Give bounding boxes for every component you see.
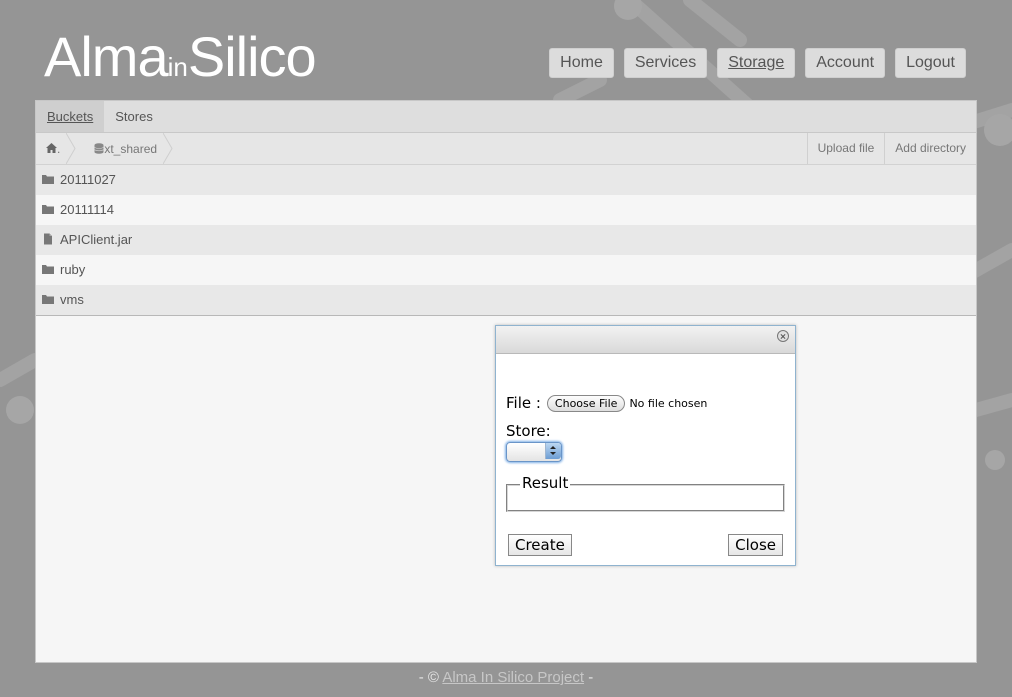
storage-tabs: Buckets Stores — [36, 101, 976, 133]
logo-part-silico: Silico — [187, 25, 317, 88]
breadcrumb-actions: Upload file Add directory — [806, 133, 976, 164]
logo-part-alma: Alma — [44, 25, 169, 88]
dialog-titlebar[interactable] — [496, 326, 795, 354]
nav-logout-button[interactable]: Logout — [895, 48, 966, 78]
site-logo[interactable]: AlmainSilico — [44, 24, 317, 89]
breadcrumb-separator-icon — [66, 133, 76, 164]
folder-icon — [42, 205, 54, 214]
file-name: 20111114 — [60, 202, 114, 217]
folder-icon — [42, 265, 54, 274]
result-legend: Result — [520, 474, 571, 492]
list-item[interactable]: vms — [36, 285, 976, 315]
result-fieldset: Result — [506, 474, 785, 512]
home-icon — [46, 143, 57, 153]
top-navigation: Home Services Storage Account Logout — [549, 48, 966, 78]
close-icon[interactable] — [777, 330, 789, 342]
select-arrows-icon — [545, 443, 561, 459]
file-name: 20111027 — [60, 172, 116, 187]
no-file-text: No file chosen — [629, 396, 708, 410]
breadcrumb-bucket[interactable]: xt_shared — [84, 133, 181, 164]
store-label: Store: — [506, 422, 551, 440]
file-list: 20111027 20111114 APIClient.jar ruby vms — [36, 165, 976, 316]
file-name: vms — [60, 292, 84, 307]
footer-project-link[interactable]: Alma In Silico Project — [442, 669, 584, 686]
list-item[interactable]: APIClient.jar — [36, 225, 976, 255]
upload-file-button[interactable]: Upload file — [806, 133, 885, 164]
file-name: APIClient.jar — [60, 232, 133, 247]
folder-icon — [42, 295, 54, 304]
database-icon — [94, 143, 104, 154]
list-item[interactable]: 20111114 — [36, 195, 976, 225]
nav-home-button[interactable]: Home — [549, 48, 614, 78]
store-select[interactable] — [506, 442, 562, 462]
breadcrumb-separator-icon — [163, 133, 173, 164]
tab-stores[interactable]: Stores — [104, 101, 164, 132]
tab-buckets[interactable]: Buckets — [36, 101, 105, 132]
close-button[interactable]: Close — [728, 534, 783, 556]
list-item[interactable]: 20111027 — [36, 165, 976, 195]
footer-prefix: - © — [418, 669, 439, 686]
folder-icon — [42, 175, 54, 184]
choose-file-button[interactable]: Choose File — [546, 394, 626, 412]
nav-account-button[interactable]: Account — [805, 48, 886, 78]
file-icon — [44, 233, 52, 245]
list-item[interactable]: ruby — [36, 255, 976, 285]
footer-suffix: - — [588, 669, 594, 686]
create-button[interactable]: Create — [508, 534, 572, 556]
breadcrumb: . xt_shared Upload file Add directory — [36, 133, 976, 165]
breadcrumb-home[interactable]: . — [36, 133, 84, 164]
footer: - © Alma In Silico Project - — [0, 669, 1012, 686]
file-field-label: File : — [506, 394, 541, 412]
file-name: ruby — [60, 262, 86, 277]
add-directory-button[interactable]: Add directory — [884, 133, 976, 164]
breadcrumb-home-label: . — [57, 141, 61, 156]
nav-storage-button[interactable]: Storage — [717, 48, 796, 78]
upload-dialog: File : Choose File No file chosen Store:… — [495, 325, 796, 566]
nav-services-button[interactable]: Services — [623, 48, 708, 78]
breadcrumb-bucket-label: xt_shared — [104, 141, 158, 156]
logo-part-in: in — [167, 52, 188, 82]
